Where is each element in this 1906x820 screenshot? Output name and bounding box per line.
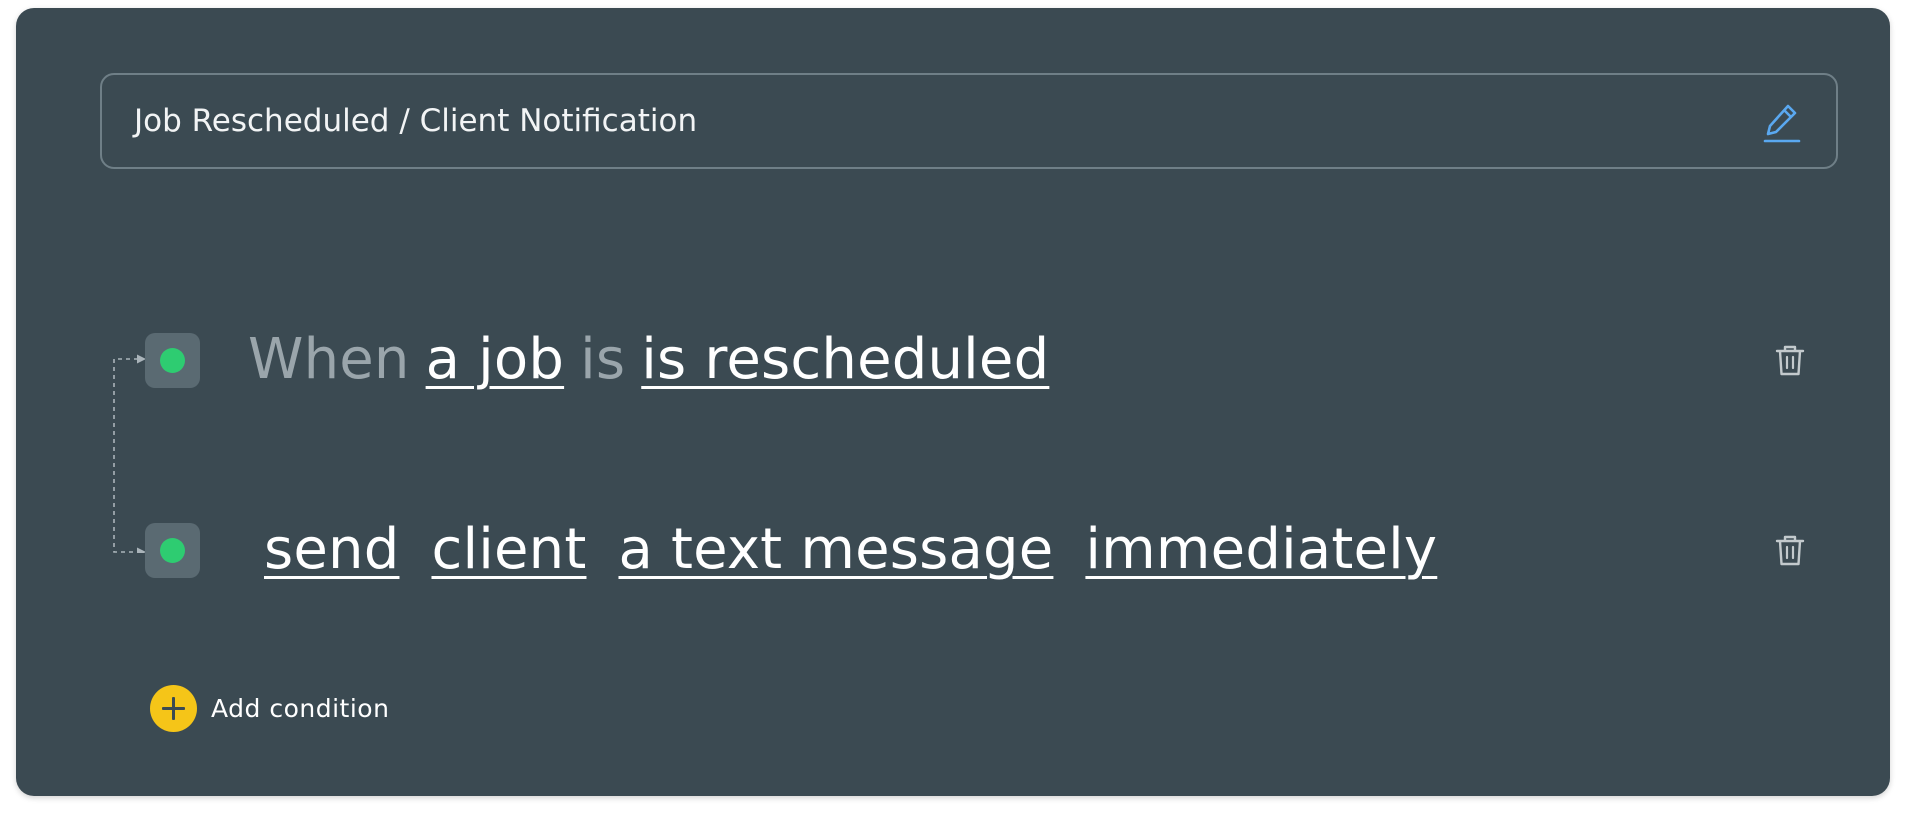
trash-icon xyxy=(1775,345,1805,376)
status-dot xyxy=(160,348,185,373)
add-condition-button[interactable]: Add condition xyxy=(150,684,389,732)
trash-icon xyxy=(1775,535,1805,566)
trigger-event-token[interactable]: is rescheduled xyxy=(641,327,1049,392)
delete-action-button[interactable] xyxy=(1772,532,1808,568)
trigger-prefix: When xyxy=(248,327,410,392)
action-row: send client a text message immediately xyxy=(16,510,1890,590)
trigger-sentence: When a job is is rescheduled xyxy=(248,320,1049,400)
automation-title: Job Rescheduled / Client Notification xyxy=(134,103,698,139)
edit-title-button[interactable] xyxy=(1762,101,1802,143)
action-sentence: send client a text message immediately xyxy=(264,510,1437,590)
action-status xyxy=(145,523,200,578)
add-condition-label: Add condition xyxy=(211,693,390,723)
automation-title-field[interactable]: Job Rescheduled / Client Notification xyxy=(100,73,1838,169)
trigger-subject-token[interactable]: a job xyxy=(426,327,564,392)
action-verb-token[interactable]: send xyxy=(264,517,399,582)
delete-trigger-button[interactable] xyxy=(1772,342,1808,378)
plus-icon xyxy=(150,684,197,732)
pencil-icon xyxy=(1763,104,1801,143)
automation-card: Job Rescheduled / Client Notification Wh… xyxy=(16,8,1890,796)
action-timing-token[interactable]: immediately xyxy=(1085,517,1437,582)
action-recipient-token[interactable]: client xyxy=(431,517,586,582)
status-dot xyxy=(160,538,185,563)
action-channel-token[interactable]: a text message xyxy=(618,517,1053,582)
trigger-status xyxy=(145,333,200,388)
trigger-connector: is xyxy=(580,327,626,392)
trigger-row: When a job is is rescheduled xyxy=(16,320,1890,400)
